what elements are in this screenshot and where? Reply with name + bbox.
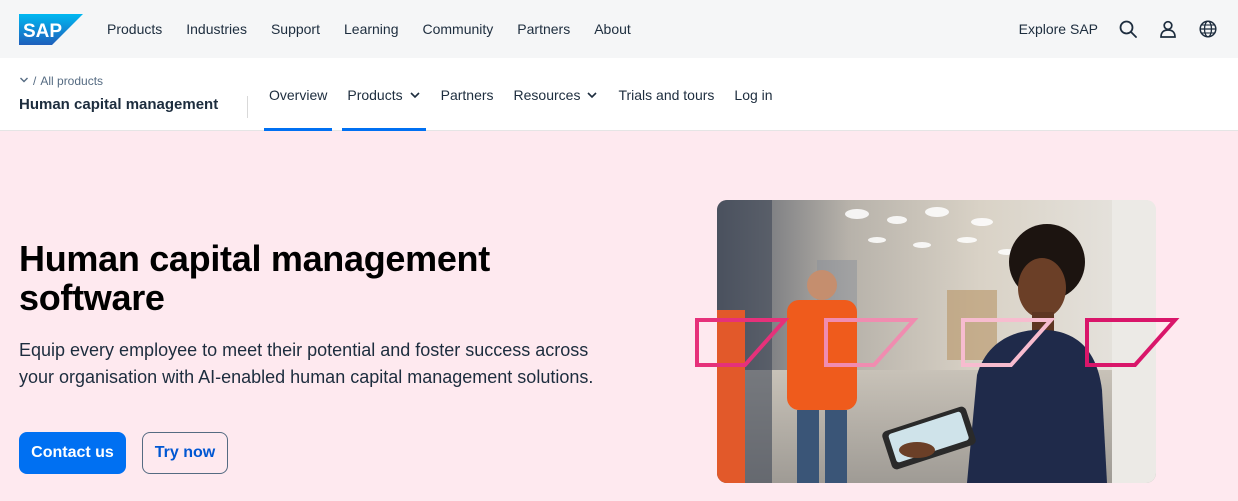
contact-us-button[interactable]: Contact us xyxy=(19,432,126,474)
hero-section: Human capital management software Equip … xyxy=(0,131,1238,501)
globe-icon[interactable] xyxy=(1198,19,1218,39)
svg-text:SAP: SAP xyxy=(23,21,62,42)
breadcrumb-all-products[interactable]: All products xyxy=(40,74,103,88)
tab-label: Log in xyxy=(734,86,773,103)
hero-headline: Human capital management software xyxy=(19,238,490,318)
subnav-tabs: Overview Products Partners Resources Tri… xyxy=(264,58,788,131)
nav-learning[interactable]: Learning xyxy=(344,21,399,37)
tab-label: Resources xyxy=(513,86,581,103)
decorative-shapes xyxy=(695,318,1180,367)
user-icon[interactable] xyxy=(1158,19,1178,39)
try-now-button[interactable]: Try now xyxy=(142,432,228,474)
divider xyxy=(247,96,248,118)
nav-partners[interactable]: Partners xyxy=(517,21,570,37)
nav-industries[interactable]: Industries xyxy=(186,21,247,37)
tab-label: Partners xyxy=(440,86,494,103)
search-icon[interactable] xyxy=(1118,19,1138,39)
tab-partners[interactable]: Partners xyxy=(436,58,499,131)
primary-nav: Products Industries Support Learning Com… xyxy=(107,0,655,58)
top-utility-nav: Explore SAP xyxy=(1019,0,1238,58)
hero-description: Equip every employee to meet their poten… xyxy=(19,340,594,387)
product-subnav: / All products Human capital management … xyxy=(0,58,1238,131)
chevron-down-icon xyxy=(586,89,598,101)
section-title[interactable]: Human capital management xyxy=(19,96,218,113)
nav-products[interactable]: Products xyxy=(107,21,162,37)
explore-sap-link[interactable]: Explore SAP xyxy=(1019,21,1098,37)
nav-community[interactable]: Community xyxy=(423,21,494,37)
tab-overview[interactable]: Overview xyxy=(264,58,333,131)
tab-products[interactable]: Products xyxy=(342,58,426,131)
tab-log-in[interactable]: Log in xyxy=(729,58,777,131)
nav-about[interactable]: About xyxy=(594,21,631,37)
tab-label: Products xyxy=(347,86,403,103)
breadcrumb: / All products xyxy=(19,74,103,88)
chevron-down-icon xyxy=(409,89,421,101)
chevron-down-icon[interactable] xyxy=(19,74,29,88)
top-navigation-bar: SAP Products Industries Support Learning… xyxy=(0,0,1238,58)
tab-label: Trials and tours xyxy=(618,86,715,103)
breadcrumb-separator: / xyxy=(33,74,37,88)
tab-resources[interactable]: Resources xyxy=(509,58,604,131)
tab-trials-and-tours[interactable]: Trials and tours xyxy=(613,58,719,131)
tab-label: Overview xyxy=(269,86,328,103)
nav-support[interactable]: Support xyxy=(271,21,320,37)
sap-logo[interactable]: SAP xyxy=(19,14,83,45)
